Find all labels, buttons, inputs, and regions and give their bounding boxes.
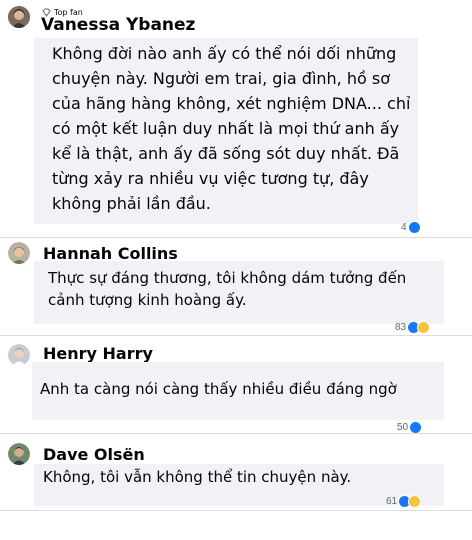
like-icon (409, 420, 423, 434)
like-icon (407, 220, 421, 234)
comment-line: Anh ta càng nói càng thấy nhiều điều đán… (40, 380, 397, 398)
avatar[interactable] (8, 344, 30, 366)
comment-line: kể là thật, anh ấy đã sống sót duy nhất.… (52, 144, 400, 163)
comment-author[interactable]: Henry Harry (43, 344, 153, 363)
comment-author[interactable]: Vanessa Ybanez (41, 15, 195, 35)
avatar-photo-icon (8, 443, 30, 465)
comment-line: của hãng hàng không, xét nghiệm DNA... c… (52, 94, 411, 113)
reaction-summary[interactable]: 61 (386, 494, 422, 508)
reaction-summary[interactable]: 83 (395, 320, 431, 334)
reaction-summary[interactable]: 4 (401, 220, 421, 234)
avatar-photo-icon (8, 6, 30, 28)
avatar[interactable] (8, 242, 30, 264)
comment-vanessa-ybanez: Top fan Vanessa Ybanez Không đời nào anh… (0, 0, 472, 236)
reaction-count: 61 (386, 495, 398, 507)
comment-line: Không đời nào anh ấy có thể nói dối nhữn… (52, 44, 397, 63)
haha-icon (417, 320, 431, 334)
avatar-photo-icon (8, 242, 30, 264)
comment-line: Không, tôi vẫn không thể tin chuyện này. (43, 468, 352, 486)
comment-line: chuyện này. Người em trai, gia đình, hồ … (52, 69, 390, 88)
comment-henry-harry: Henry Harry Anh ta càng nói càng thấy nh… (0, 336, 472, 434)
comment-hannah-collins: Hannah Collins Thực sự đáng thương, tôi … (0, 238, 472, 334)
comment-author[interactable]: Dave Olsën (43, 445, 145, 464)
avatar[interactable] (8, 443, 30, 465)
reaction-summary[interactable]: 50 (397, 420, 423, 434)
comment-line: Thực sự đáng thương, tôi không dám tưởng… (48, 269, 407, 287)
reaction-count: 83 (395, 321, 407, 333)
haha-icon (408, 494, 422, 508)
comment-line: không phải lần đầu. (52, 194, 211, 213)
comment-line: có một kết luận duy nhất là mọi thứ anh … (52, 119, 400, 138)
avatar-photo-icon (8, 344, 30, 366)
comment-dave-olsen: Dave Olsën Không, tôi vẫn không thể tin … (0, 434, 472, 514)
reaction-count: 50 (397, 421, 409, 433)
comment-line: cảnh tượng kinh hoàng ấy. (48, 291, 247, 309)
comment-line: từng xảy ra nhiều vụ việc tương tự, đây (52, 169, 369, 188)
avatar[interactable] (8, 6, 30, 28)
reaction-count: 4 (401, 221, 407, 233)
divider (0, 510, 472, 511)
